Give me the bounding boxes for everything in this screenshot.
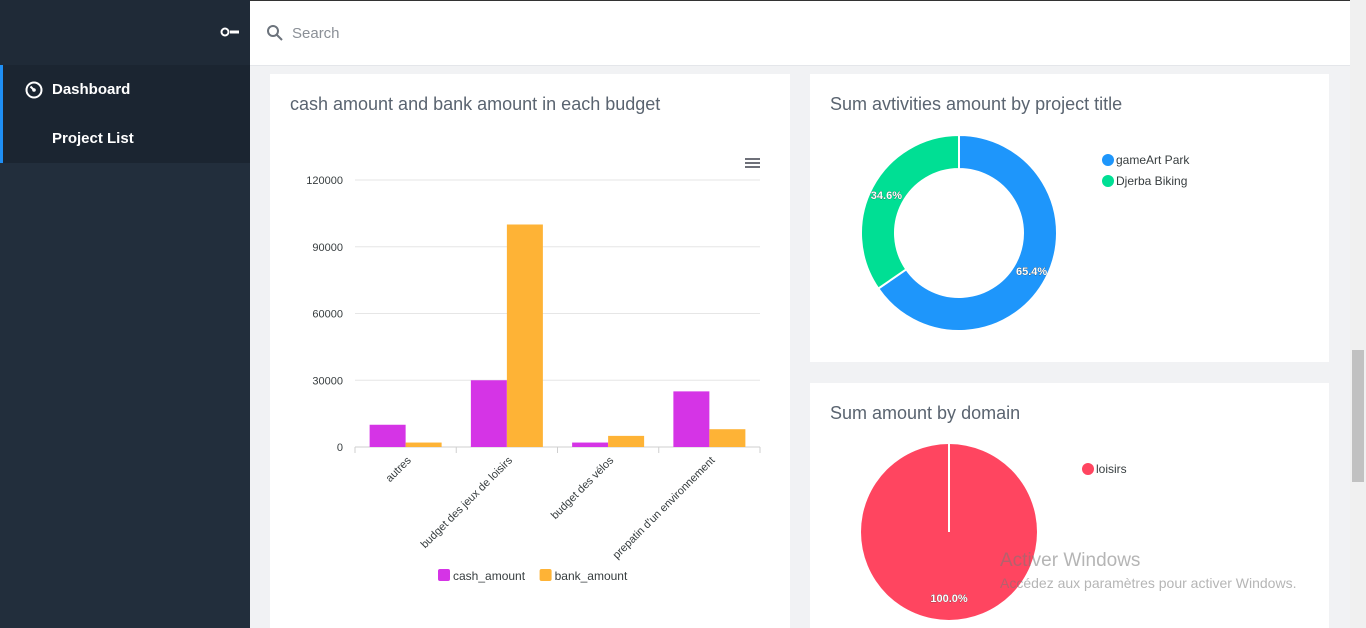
y-tick-label: 60000 (312, 309, 343, 321)
sidebar-item-dashboard[interactable]: Dashboard (0, 65, 250, 114)
x-tick-label: budget des vélos (549, 454, 617, 522)
bar-cash_amount (673, 391, 710, 447)
bar-cash_amount (369, 424, 406, 447)
slice-djerba-biking (860, 133, 960, 290)
legend-marker (1102, 154, 1114, 166)
legend-label: bank_amount (555, 569, 628, 583)
legend-marker (539, 569, 552, 581)
page-scrollbar[interactable] (1350, 0, 1366, 628)
legend-label: Djerba Biking (1116, 174, 1187, 188)
search-input[interactable] (292, 19, 692, 47)
domain-chart-card: Sum amount by domain 100.0% loisirs (810, 383, 1329, 628)
activities-donut-chart: 65.4% 34.6% gameArt Park Djerba Biking (860, 133, 1190, 332)
x-tick-label: autres (384, 454, 414, 484)
budget-bar-chart: 0 30000 60000 90000 120000 autres budget des j… (306, 158, 761, 583)
y-tick-label: 0 (337, 442, 343, 454)
y-tick-label: 120000 (306, 175, 343, 187)
bar-cash_amount (470, 380, 507, 447)
topbar (250, 0, 1350, 66)
data-label: 34.6% (871, 190, 902, 202)
toggle-switch-icon[interactable] (220, 26, 240, 38)
bar-cash_amount (572, 442, 609, 447)
bar-bank_amount (506, 224, 543, 447)
search-icon (267, 25, 283, 41)
data-label: 65.4% (1016, 266, 1047, 278)
legend-label: gameArt Park (1116, 153, 1190, 167)
sidebar-item-label: Project List (52, 130, 134, 147)
domain-pie-chart: 100.0% loisirs (861, 444, 1127, 620)
data-label: 100.0% (930, 593, 968, 605)
budget-chart-card: cash amount and bank amount in each budg… (270, 74, 790, 628)
legend-label: loisirs (1096, 462, 1127, 476)
hamburger-menu-icon[interactable] (745, 158, 760, 168)
legend-label: cash_amount (453, 569, 526, 583)
y-tick-label: 90000 (312, 242, 343, 254)
sidebar: Dashboard Project List (0, 0, 250, 628)
bar-bank_amount (405, 442, 442, 447)
y-tick-label: 30000 (312, 375, 343, 387)
legend-marker (1082, 463, 1094, 475)
sidebar-header (0, 0, 250, 65)
dashboard-gauge-icon (25, 81, 43, 98)
windows-activation-title: Activer Windows (1000, 550, 1141, 571)
bar-bank_amount (709, 429, 746, 447)
legend-marker (1102, 175, 1114, 187)
legend-marker (438, 569, 450, 581)
x-tick-label: prepatin d'un environnement (611, 455, 718, 562)
x-tick-label: budget des jeux de loisirs (419, 454, 516, 551)
scrollbar-thumb[interactable] (1352, 350, 1364, 482)
bar-bank_amount (608, 435, 645, 447)
sidebar-item-project-list[interactable]: Project List (0, 114, 250, 163)
sidebar-item-label: Dashboard (52, 81, 131, 98)
windows-activation-subtitle: Accédez aux paramètres pour activer Wind… (1000, 575, 1297, 591)
activities-chart-card: Sum avtivities amount by project title 6… (810, 74, 1329, 362)
sidebar-menu: Dashboard Project List (0, 65, 250, 163)
